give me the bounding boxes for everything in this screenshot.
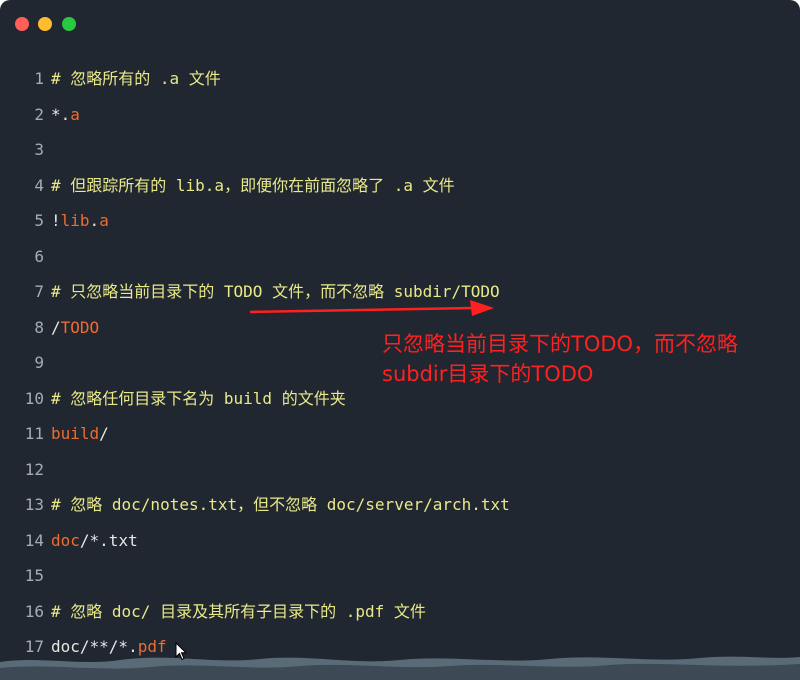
code-line[interactable]: 13 # 忽略 doc/notes.txt，但不忽略 doc/server/arc… bbox=[0, 487, 800, 523]
annotation-note: 只忽略当前目录下的TODO，而不忽略 subdir目录下的TODO bbox=[382, 329, 792, 389]
line-number: 12 bbox=[24, 459, 44, 479]
line-number: 2 bbox=[34, 104, 44, 124]
line-number: 3 bbox=[34, 140, 44, 159]
line-text: # 但跟踪所有的 lib.a，即便你在前面忽略了 .a 文件 bbox=[51, 168, 455, 204]
line-text: *.a bbox=[51, 97, 80, 133]
line-text: # 忽略 doc/ 目录及其所有子目录下的 .pdf 文件 bbox=[51, 594, 426, 630]
bottom-wave-decoration bbox=[0, 656, 800, 680]
line-number: 4 bbox=[34, 175, 44, 195]
minimize-button[interactable] bbox=[38, 17, 52, 31]
line-text: doc/*.txt bbox=[51, 523, 138, 559]
pattern-token: a bbox=[99, 211, 109, 230]
line-number: 11 bbox=[24, 424, 44, 443]
line-number: 8 bbox=[34, 317, 44, 337]
line-number: 16 bbox=[24, 601, 44, 621]
line-text: # 忽略任何目录下名为 build 的文件夹 bbox=[51, 381, 346, 417]
code-line[interactable]: 1 # 忽略所有的 .a 文件 bbox=[0, 61, 800, 97]
annotation-line-2: subdir目录下的TODO bbox=[382, 362, 594, 386]
line-text: # 忽略 doc/notes.txt，但不忽略 doc/server/arch.… bbox=[51, 487, 510, 523]
mouse-cursor-icon bbox=[175, 642, 187, 661]
line-text: /TODO bbox=[51, 310, 99, 346]
code-line[interactable]: 11 build/ bbox=[0, 416, 800, 452]
line-number: 14 bbox=[24, 530, 44, 550]
comment-token: # 忽略所有的 .a 文件 bbox=[51, 69, 221, 88]
comment-token: # 忽略任何目录下名为 build 的文件夹 bbox=[51, 388, 346, 408]
code-line[interactable]: 6 bbox=[0, 239, 800, 275]
comment-token: # 忽略 doc/ 目录及其所有子目录下的 .pdf 文件 bbox=[51, 601, 426, 621]
code-line[interactable]: 14 doc/*.txt bbox=[0, 523, 800, 559]
comment-token: # 但跟踪所有的 lib.a，即便你在前面忽略了 .a 文件 bbox=[51, 175, 455, 195]
arrow-icon bbox=[249, 300, 494, 316]
symbol-token: / bbox=[99, 424, 109, 443]
line-number: 7 bbox=[34, 282, 44, 301]
code-line[interactable]: 3 bbox=[0, 132, 800, 168]
line-text: build/ bbox=[51, 416, 109, 452]
line-number: 15 bbox=[24, 566, 44, 585]
code-line[interactable]: 4 # 但跟踪所有的 lib.a，即便你在前面忽略了 .a 文件 bbox=[0, 168, 800, 204]
line-number: 6 bbox=[34, 246, 44, 266]
maximize-button[interactable] bbox=[62, 17, 76, 31]
code-line[interactable]: 15 bbox=[0, 558, 800, 594]
symbol-token: *. bbox=[51, 104, 71, 124]
symbol-token: /*.txt bbox=[79, 530, 138, 550]
symbol-token: . bbox=[89, 211, 100, 230]
code-line[interactable]: 5 !lib.a bbox=[0, 203, 800, 239]
line-number: 10 bbox=[24, 388, 44, 408]
editor-window: 1 # 忽略所有的 .a 文件 2 *.a 3 4 # 但跟踪所有的 lib.a，即便你在前… bbox=[0, 0, 800, 680]
pattern-token: doc bbox=[51, 530, 80, 550]
pattern-token: TODO bbox=[60, 317, 100, 337]
line-number: 13 bbox=[24, 495, 44, 514]
line-text: !lib.a bbox=[51, 203, 109, 239]
pattern-token: lib bbox=[60, 211, 90, 230]
title-bar bbox=[0, 0, 800, 50]
symbol-token: / bbox=[51, 317, 61, 337]
code-line[interactable]: 2 *.a bbox=[0, 97, 800, 133]
symbol-token: ! bbox=[51, 211, 61, 230]
comment-token: # 忽略 doc/notes.txt，但不忽略 doc/server/arch.… bbox=[51, 495, 510, 514]
line-number: 9 bbox=[34, 353, 44, 372]
pattern-token: build bbox=[51, 424, 100, 443]
code-line[interactable]: 12 bbox=[0, 452, 800, 488]
line-text: # 忽略所有的 .a 文件 bbox=[51, 61, 221, 97]
comment-token: # 只忽略当前目录下的 TODO 文件，而不忽略 subdir/TODO bbox=[51, 282, 500, 301]
code-line[interactable]: 16 # 忽略 doc/ 目录及其所有子目录下的 .pdf 文件 bbox=[0, 594, 800, 630]
line-number: 5 bbox=[34, 211, 44, 230]
close-button[interactable] bbox=[15, 17, 29, 31]
annotation-line-1: 只忽略当前目录下的TODO，而不忽略 bbox=[382, 332, 739, 356]
pattern-token: a bbox=[70, 104, 80, 124]
line-number: 1 bbox=[34, 69, 44, 88]
